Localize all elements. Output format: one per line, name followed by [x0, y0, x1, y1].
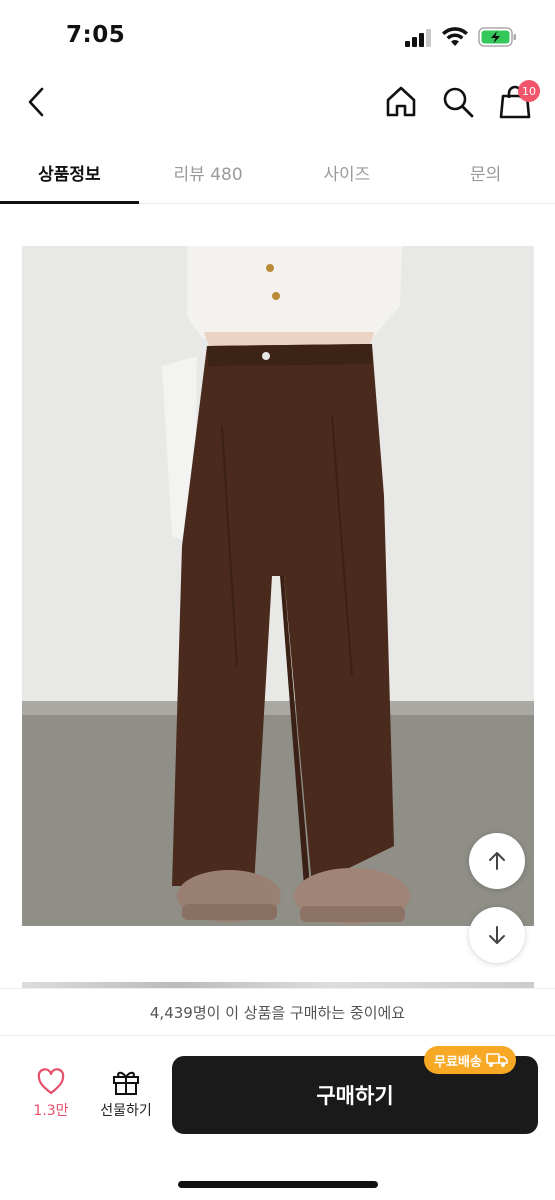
- purchase-panel: 4,439명이 이 상품을 구매하는 중이에요 1.3만 선물하기 구매하기 무…: [0, 988, 555, 1200]
- like-button[interactable]: 1.3만: [22, 1068, 80, 1128]
- heart-icon: [37, 1068, 65, 1095]
- tab-size[interactable]: 사이즈: [278, 142, 417, 203]
- status-bar: 7:05: [0, 0, 555, 72]
- gift-button[interactable]: 선물하기: [90, 1068, 162, 1128]
- tab-inquiry[interactable]: 문의: [416, 142, 555, 203]
- search-button[interactable]: [440, 84, 476, 120]
- product-tabs: 상품정보 리뷰 480 사이즈 문의: [0, 142, 555, 204]
- status-time: 7:05: [66, 22, 126, 48]
- free-shipping-label: 무료배송: [434, 1054, 482, 1070]
- cellular-signal-icon: [405, 29, 431, 47]
- gift-icon: [113, 1071, 139, 1095]
- tab-reviews[interactable]: 리뷰 480: [139, 142, 278, 203]
- home-indicator: [178, 1181, 378, 1188]
- top-navigation: [0, 72, 555, 134]
- product-photo-illustration: [22, 246, 534, 926]
- back-button[interactable]: [20, 84, 52, 120]
- arrow-up-icon: [489, 852, 505, 870]
- scroll-bottom-button[interactable]: [469, 907, 525, 963]
- home-button[interactable]: [383, 84, 419, 120]
- free-shipping-badge: 무료배송: [424, 1046, 516, 1074]
- battery-charging-icon: [478, 27, 516, 47]
- truck-icon: [486, 1053, 508, 1067]
- product-image: [22, 246, 534, 926]
- home-icon: [386, 86, 416, 117]
- chevron-left-icon: [28, 87, 44, 117]
- arrow-down-icon: [489, 926, 505, 944]
- like-count: 1.3만: [33, 1103, 69, 1119]
- cart-count-badge: 10: [518, 80, 540, 102]
- search-icon: [443, 87, 474, 118]
- wifi-icon: [442, 27, 468, 46]
- scroll-top-button[interactable]: [469, 833, 525, 889]
- tab-product-info[interactable]: 상품정보: [0, 142, 139, 204]
- gift-label: 선물하기: [100, 1103, 152, 1119]
- buyers-notice: 4,439명이 이 상품을 구매하는 중이에요: [0, 988, 555, 1036]
